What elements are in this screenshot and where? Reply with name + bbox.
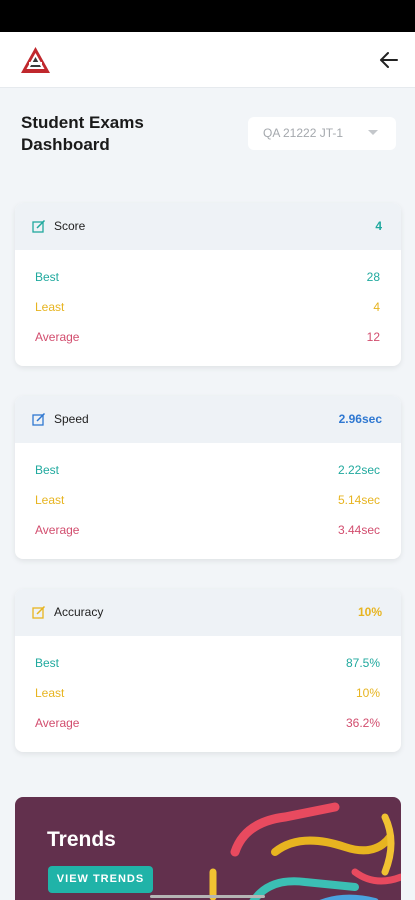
- score-best-label: Best: [35, 270, 60, 284]
- score-average-value: 12: [366, 330, 380, 344]
- edit-icon: [32, 219, 46, 233]
- score-card-title: Score: [54, 219, 86, 233]
- status-bar: [0, 0, 415, 32]
- edit-icon: [32, 605, 46, 619]
- speed-least-value: 5.14sec: [337, 493, 380, 507]
- accuracy-average-value: 36.2%: [345, 716, 380, 730]
- score-least-row: Least 4: [15, 292, 401, 322]
- accuracy-card-title: Accuracy: [54, 605, 104, 619]
- score-average-label: Average: [35, 330, 80, 344]
- accuracy-card: Accuracy 10% Best 87.5% Least 10% Averag…: [15, 589, 401, 752]
- score-best-row: Best 28: [15, 262, 401, 292]
- page-title-line2: Dashboard: [21, 135, 110, 154]
- back-button[interactable]: [377, 48, 401, 72]
- score-card-value: 4: [375, 219, 382, 233]
- speed-least-row: Least 5.14sec: [15, 485, 401, 515]
- exam-select-value: QA 21222 JT-1: [263, 126, 344, 140]
- speed-average-label: Average: [35, 523, 80, 537]
- accuracy-average-label: Average: [35, 716, 80, 730]
- view-trends-button[interactable]: VIEW TRENDS: [48, 866, 153, 893]
- speed-least-label: Least: [35, 493, 65, 507]
- triangle-logo-icon[interactable]: [20, 46, 51, 74]
- accuracy-best-value: 87.5%: [345, 656, 380, 670]
- edit-icon: [32, 412, 46, 426]
- trends-decoration: [209, 802, 401, 900]
- score-least-label: Least: [35, 300, 65, 314]
- accuracy-card-value: 10%: [357, 605, 382, 619]
- score-best-value: 28: [366, 270, 380, 284]
- speed-card-header: Speed 2.96sec: [15, 396, 401, 443]
- speed-best-value: 2.22sec: [337, 463, 380, 477]
- accuracy-least-label: Least: [35, 686, 65, 700]
- page-title-line1: Student Exams: [21, 113, 144, 132]
- speed-card: Speed 2.96sec Best 2.22sec Least 5.14sec…: [15, 396, 401, 559]
- speed-average-row: Average 3.44sec: [15, 515, 401, 545]
- home-indicator: [150, 895, 265, 898]
- speed-card-title: Speed: [54, 412, 89, 426]
- accuracy-least-row: Least 10%: [15, 678, 401, 708]
- speed-best-label: Best: [35, 463, 60, 477]
- exam-select-dropdown[interactable]: QA 21222 JT-1: [248, 117, 396, 150]
- score-card: Score 4 Best 28 Least 4 Average 12: [15, 203, 401, 366]
- accuracy-card-header: Accuracy 10%: [15, 589, 401, 636]
- caret-down-icon: [368, 130, 378, 135]
- score-least-value: 4: [373, 300, 380, 314]
- speed-best-row: Best 2.22sec: [15, 455, 401, 485]
- accuracy-least-value: 10%: [355, 686, 380, 700]
- accuracy-best-label: Best: [35, 656, 60, 670]
- speed-average-value: 3.44sec: [337, 523, 380, 537]
- trends-title: Trends: [47, 828, 116, 851]
- accuracy-best-row: Best 87.5%: [15, 648, 401, 678]
- trends-banner: Trends VIEW TRENDS: [15, 797, 401, 900]
- speed-card-value: 2.96sec: [338, 412, 382, 426]
- score-card-header: Score 4: [15, 203, 401, 250]
- page-title: Student Exams Dashboard: [21, 112, 144, 156]
- app-header: [0, 32, 415, 88]
- score-average-row: Average 12: [15, 322, 401, 352]
- accuracy-average-row: Average 36.2%: [15, 708, 401, 738]
